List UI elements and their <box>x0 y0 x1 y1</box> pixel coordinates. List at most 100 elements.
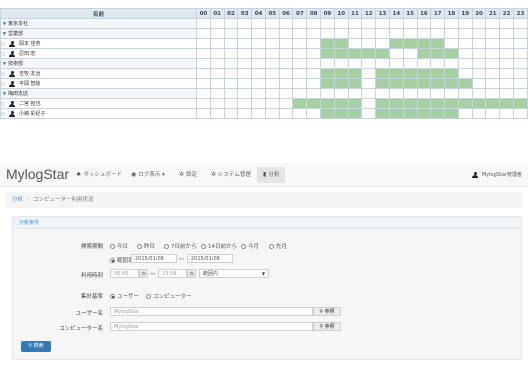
group-row: ▼ 梅田支店 <box>0 88 528 99</box>
radio-icon <box>241 243 246 249</box>
hour-header: 07 <box>292 8 308 19</box>
row-name-cell[interactable]: ▼ 東京本社 <box>0 18 197 29</box>
collapse-toggle-icon[interactable]: ▼ <box>2 22 9 27</box>
usage-cell <box>471 48 487 59</box>
tree-node-icon: ○ <box>1 42 5 47</box>
usage-cell <box>264 48 280 59</box>
usage-cell <box>471 38 487 49</box>
user-ref-button[interactable]: ⚲ 参照 <box>313 307 341 316</box>
usage-cell-active <box>388 108 404 119</box>
radio-icon <box>110 243 115 249</box>
usage-cell <box>416 58 432 69</box>
usage-cell-active <box>444 108 459 119</box>
user-row: ○ 忍田 宏 <box>0 48 528 59</box>
usage-cell <box>223 108 239 119</box>
aggregation-option-computer[interactable]: コンピューター <box>146 292 192 300</box>
usage-cell <box>292 68 308 79</box>
breadcrumb-separator: / <box>27 197 29 203</box>
row-name-cell[interactable]: ○ 平岡 智絵 <box>0 78 197 89</box>
date-to-input[interactable]: 2015/01/08 <box>187 254 233 263</box>
nav-analysis[interactable]: ▮ 分析 <box>257 167 286 183</box>
row-name-cell[interactable]: ○ 岡本 佳奈 <box>0 38 197 49</box>
period-option-yesterday[interactable]: 昨日 <box>137 242 155 250</box>
radio-icon <box>137 243 142 249</box>
time-from-input[interactable]: 00:00 <box>110 269 139 278</box>
collapse-toggle-icon[interactable]: ▼ <box>2 92 9 97</box>
aggregation-option-user[interactable]: ユーザー <box>110 292 139 300</box>
usage-cell-active <box>416 48 432 59</box>
group-row: ▼ 技術部 <box>0 58 528 69</box>
row-name-cell[interactable]: ○ 吉牧 友治 <box>0 68 197 79</box>
nav-settings[interactable]: ✲ 設定 <box>179 167 197 183</box>
usage-cell <box>333 88 349 99</box>
hour-header: 17 <box>430 8 446 19</box>
usage-cell <box>251 48 266 59</box>
hour-header: 19 <box>457 8 473 19</box>
nav-system-admin[interactable]: ✲ システム管理 <box>211 167 251 183</box>
usage-cell-active <box>485 98 501 109</box>
collapse-toggle-icon[interactable]: ▼ <box>2 62 9 67</box>
usage-cell <box>512 18 528 29</box>
usage-timeline-grid: 名前 00 01 02 03 04 05 06 07 08 09 10 11 12 13 14 15 16 17 1… <box>0 8 528 119</box>
row-name-cell[interactable]: ▼ 梅田支店 <box>0 88 197 99</box>
nav-dashboard[interactable]: ♠ ダッシュボード <box>76 167 122 183</box>
breadcrumb-analysis[interactable]: 分析 <box>12 197 23 203</box>
usage-cell-active <box>402 98 418 109</box>
hour-header: 18 <box>444 8 459 19</box>
usage-cell <box>416 88 432 99</box>
brand-logo[interactable]: MylogStar <box>6 166 69 182</box>
nav-settings-label: 設定 <box>186 172 198 178</box>
hour-header: 12 <box>361 8 377 19</box>
usage-cell <box>347 18 363 29</box>
usage-cell <box>485 18 501 29</box>
nav-user-menu[interactable]: MylogStar管理者 <box>472 167 522 183</box>
period-option-14days[interactable]: 14日前から <box>201 242 237 250</box>
usage-cell-active <box>292 98 308 109</box>
user-name-input[interactable]: MylogStar <box>110 307 313 316</box>
row-name-cell[interactable]: ○ 二宮 拓也 <box>0 98 197 109</box>
usage-cell <box>485 78 501 89</box>
row-name-cell[interactable]: ▼ 技術部 <box>0 58 197 69</box>
period-option-this-month[interactable]: 今月 <box>241 242 259 250</box>
usage-cell <box>251 108 266 119</box>
time-mode-value: 範囲内 <box>203 271 219 277</box>
usage-cell <box>485 48 501 59</box>
usage-cell <box>499 38 514 49</box>
chart-icon: ▮ <box>263 171 267 178</box>
date-from-input[interactable]: 2015/01/08 <box>131 254 177 263</box>
row-name-cell[interactable]: ▼ 営業部 <box>0 28 197 39</box>
usage-cell-active <box>375 98 390 109</box>
search-button[interactable]: ⚲ 検索 <box>21 341 51 352</box>
user-row: ○ 岡本 佳奈 <box>0 38 528 49</box>
period-label: 検索期間 <box>80 244 103 250</box>
usage-cell <box>251 58 266 69</box>
collapse-toggle-icon[interactable]: ▼ <box>2 32 9 37</box>
nav-log-view[interactable]: ◉ ログ表示 ▾ <box>131 167 165 183</box>
hour-header: 13 <box>375 8 390 19</box>
usage-cell-active <box>333 38 349 49</box>
row-name-cell[interactable]: ○ 小嶋 彩紀子 <box>0 108 197 119</box>
usage-cell <box>457 38 473 49</box>
period-option-7days[interactable]: 7日前から <box>164 242 197 250</box>
caret-down-icon: ▼ <box>261 271 265 276</box>
usage-cell <box>251 68 266 79</box>
usage-cell <box>444 88 459 99</box>
usage-cell <box>223 58 239 69</box>
usage-cell <box>485 108 501 119</box>
hour-header: 23 <box>512 8 528 19</box>
time-from-clock-button[interactable]: ◷ <box>139 269 148 278</box>
period-option-today[interactable]: 今日 <box>110 242 128 250</box>
user-row: ○ 吉牧 友治 <box>0 68 528 79</box>
time-to-input[interactable]: 23:59 <box>158 269 187 278</box>
usage-cell <box>485 38 501 49</box>
time-mode-select[interactable]: 範囲内 ▼ <box>199 269 269 278</box>
usage-cell-active <box>402 108 418 119</box>
computer-name-input[interactable]: MylogStar <box>110 322 313 331</box>
computer-ref-button[interactable]: ⚲ 参照 <box>313 322 341 331</box>
usage-cell <box>320 28 335 39</box>
usage-cell-active <box>444 68 459 79</box>
row-name-cell[interactable]: ○ 忍田 宏 <box>0 48 197 59</box>
period-option-last-month[interactable]: 先月 <box>269 242 287 250</box>
usage-cell <box>457 108 473 119</box>
time-to-clock-button[interactable]: ◷ <box>187 269 196 278</box>
